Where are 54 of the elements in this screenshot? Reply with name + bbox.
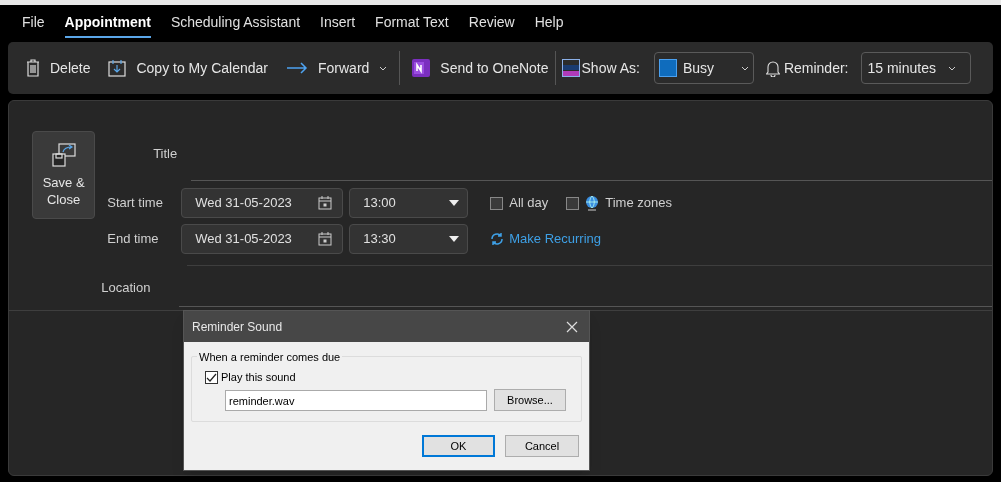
menu-tab[interactable]: File [22, 9, 45, 38]
location-label: Location [101, 279, 152, 298]
menu-tab[interactable]: Format Text [375, 9, 449, 38]
calendar-icon [318, 232, 333, 246]
browse-button[interactable]: Browse... [494, 389, 566, 411]
date-field[interactable]: Wed 31-05-2023 [181, 224, 344, 254]
send-to-onenote-button[interactable]: Send to OneNote [412, 57, 549, 79]
busy-swatch-icon [658, 59, 677, 77]
show-as-dropdown[interactable]: Busy [653, 52, 754, 84]
show-as-label: Show As: [581, 58, 640, 78]
reminder-dropdown[interactable]: 15 minutes [860, 52, 971, 84]
sound-file-field[interactable]: reminder.wav [225, 390, 487, 411]
status-bars-icon [561, 59, 580, 77]
checkbox[interactable] [490, 196, 504, 210]
menu-tab[interactable]: Review [468, 9, 515, 38]
reminder-label: Reminder: [783, 58, 849, 78]
play-sound-label: Play this sound [221, 370, 296, 385]
caret-icon [449, 236, 460, 242]
chevron-icon [740, 65, 749, 71]
start-time-label: Start time [107, 194, 164, 213]
title-label: Title [152, 145, 178, 164]
time-zones-label: Time zones [605, 194, 672, 213]
globe-icon [585, 195, 600, 211]
trash-icon [26, 59, 40, 77]
date-field[interactable]: Wed 31-05-2023 [181, 188, 344, 218]
refresh-icon [490, 232, 505, 246]
time-dropdown[interactable]: 13:00 [349, 188, 469, 218]
make-recurring-link[interactable]: Make Recurring [490, 229, 601, 249]
chevron-icon [379, 65, 388, 71]
caret-icon [449, 200, 460, 206]
dialog-title: Reminder Sound [192, 318, 283, 336]
checkbox[interactable] [205, 370, 218, 384]
checkbox[interactable] [566, 196, 580, 210]
time-dropdown[interactable]: 13:30 [349, 224, 469, 254]
chevron-icon [948, 65, 956, 71]
end-time-label: End time [107, 230, 160, 249]
cancel-button[interactable]: Cancel [505, 435, 579, 457]
calendar-icon [108, 59, 127, 77]
menu-tab[interactable]: Insert [320, 9, 356, 38]
ok-button[interactable]: OK [422, 435, 495, 457]
notebook-icon [412, 59, 431, 77]
delete-button[interactable]: Delete [26, 57, 91, 79]
save-close-button[interactable]: Save & Close [32, 131, 96, 219]
all-day-label: All day [509, 194, 549, 213]
arrow-icon [286, 62, 308, 74]
bell-icon [765, 59, 780, 77]
menu-tab[interactable]: Help [534, 9, 564, 38]
calendar-icon [318, 196, 333, 210]
save-icon [50, 142, 77, 168]
menu-tab[interactable]: Appointment [64, 9, 151, 38]
close-icon [566, 320, 578, 333]
forward-button[interactable]: Forward [286, 57, 388, 79]
menu-tab[interactable]: Scheduling Assistant [170, 9, 301, 38]
copy-to-calendar-button[interactable]: Copy to My Calendar [108, 57, 268, 79]
